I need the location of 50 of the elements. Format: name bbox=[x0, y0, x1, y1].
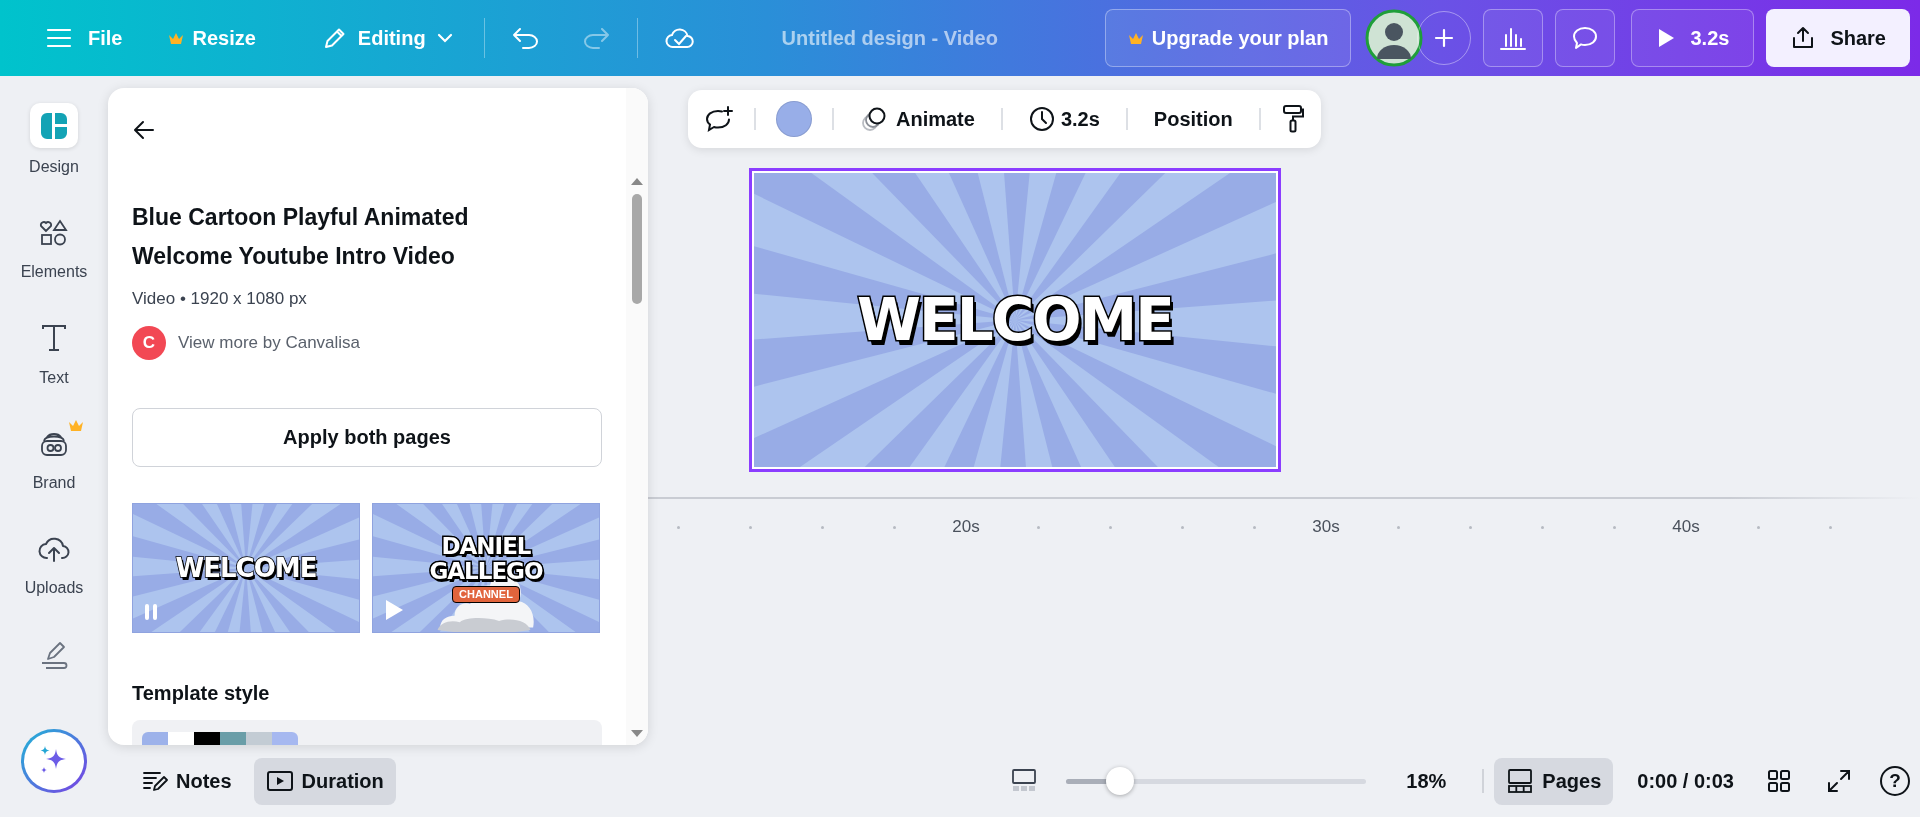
timeline-label: 30s bbox=[1312, 517, 1340, 537]
scroll-up-icon[interactable] bbox=[630, 176, 644, 186]
scroll-down-icon[interactable] bbox=[630, 729, 644, 739]
avatar[interactable] bbox=[1365, 9, 1424, 67]
thumbnail-heading: WELCOME bbox=[175, 555, 317, 581]
position-button[interactable]: Position bbox=[1147, 107, 1239, 131]
paint-roller-icon[interactable] bbox=[1280, 103, 1305, 135]
comment-icon[interactable] bbox=[1555, 9, 1616, 67]
thumbnail-heading: DANIEL bbox=[441, 533, 531, 559]
slider-thumb[interactable] bbox=[1106, 767, 1135, 795]
scrollbar[interactable] bbox=[626, 88, 648, 745]
playback-time: 0:00 / 0:03 bbox=[1637, 769, 1734, 793]
template-info: Video • 1920 x 1080 px bbox=[132, 288, 308, 310]
fill-color-swatch[interactable] bbox=[776, 101, 812, 137]
template-title: Blue Cartoon Playful Animated Welcome Youtube Intro Video bbox=[132, 203, 470, 271]
chevron-down-icon bbox=[435, 32, 454, 44]
notes-button[interactable]: Notes bbox=[130, 757, 244, 805]
pages-icon bbox=[1506, 768, 1535, 794]
pages-button[interactable]: Pages bbox=[1494, 757, 1614, 805]
duration-button[interactable]: 3.2s bbox=[1022, 106, 1106, 132]
timeline-label: 20s bbox=[952, 517, 980, 537]
crown-icon bbox=[1127, 31, 1144, 45]
upgrade-button[interactable]: Upgrade your plan bbox=[1104, 9, 1352, 67]
sidebar-item[interactable]: Elements bbox=[4, 210, 104, 282]
video-icon bbox=[265, 769, 294, 793]
author-link[interactable]: View more by Canvalisa bbox=[178, 333, 361, 353]
duration-tab[interactable]: Duration bbox=[253, 757, 396, 805]
notes-icon bbox=[142, 769, 168, 793]
apply-pages-button[interactable]: Apply both pages bbox=[132, 408, 602, 467]
sidebar-item[interactable]: Text bbox=[4, 315, 104, 387]
clock-icon bbox=[1028, 106, 1055, 132]
back-arrow-icon[interactable] bbox=[132, 118, 156, 142]
author-avatar: C bbox=[132, 326, 166, 360]
timeline-label: 40s bbox=[1672, 517, 1700, 537]
animate-button[interactable]: Animate bbox=[854, 105, 981, 133]
play-button[interactable]: 3.2s bbox=[1631, 9, 1755, 67]
add-comment-icon[interactable] bbox=[704, 105, 734, 133]
scroll-thumb[interactable] bbox=[632, 194, 642, 304]
section-heading: Template style bbox=[132, 681, 271, 705]
sidebar-item[interactable]: Brand bbox=[4, 420, 104, 492]
thumbnail-heading: GALLEGO bbox=[429, 558, 543, 584]
chart-icon[interactable] bbox=[1483, 9, 1544, 67]
sidebar-item[interactable]: Design bbox=[4, 103, 104, 177]
help-button[interactable]: ? bbox=[1880, 766, 1910, 796]
plus-icon bbox=[1433, 27, 1456, 49]
zoom-percent[interactable]: 18% bbox=[1390, 769, 1463, 793]
crown-icon bbox=[168, 31, 185, 45]
sidebar-item[interactable]: Uploads bbox=[4, 526, 104, 598]
share-button[interactable]: Share bbox=[1766, 9, 1910, 67]
zoom-slider[interactable] bbox=[1066, 766, 1367, 796]
